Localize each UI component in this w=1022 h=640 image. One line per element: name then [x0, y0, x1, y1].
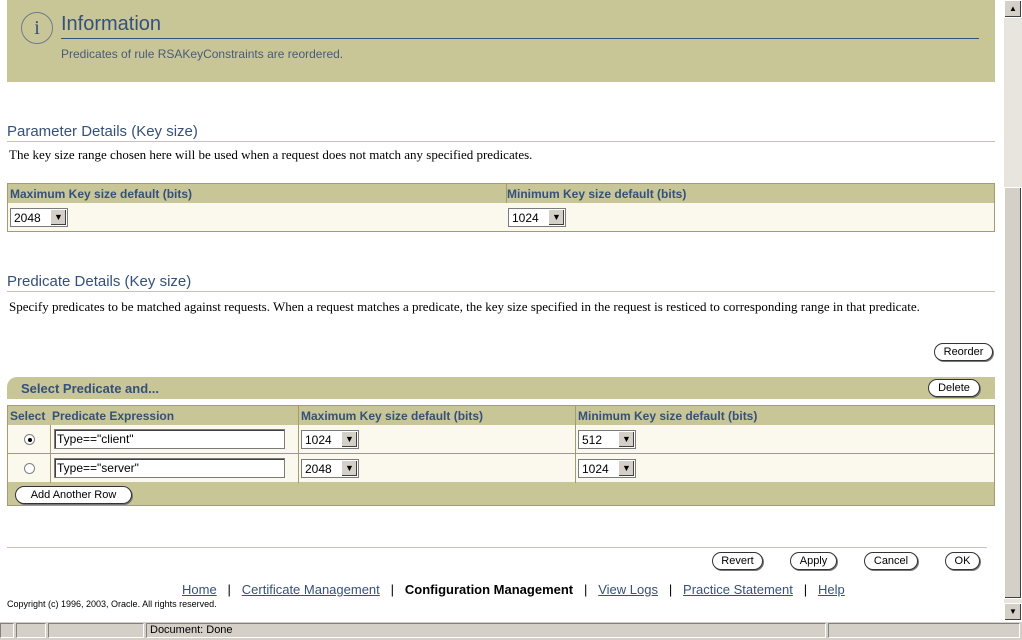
footer-separator: | [383, 582, 402, 597]
footer-link-practice-statement[interactable]: Practice Statement [683, 582, 793, 597]
predicate-details-description: Specify predicates to be matched against… [9, 299, 920, 314]
chevron-down-icon[interactable]: ▼ [618, 461, 634, 476]
row-max-key-size-select[interactable]: 2048 ▼ [301, 459, 359, 478]
progress-cell [48, 623, 144, 638]
apply-button[interactable]: Apply [790, 552, 837, 570]
copyright: Copyright (c) 1996, 2003, Oracle. All ri… [7, 599, 217, 609]
column-header-max: Maximum Key size default (bits) [301, 409, 484, 423]
chevron-down-icon[interactable]: ▼ [50, 210, 66, 225]
chevron-down-icon[interactable]: ▼ [548, 210, 564, 225]
row-select-radio[interactable] [24, 463, 35, 474]
parameter-table: Maximum Key size default (bits) Minimum … [7, 183, 995, 232]
scroll-down-arrow-icon[interactable]: ▼ [1004, 603, 1022, 621]
footer-nav: Home | Certificate Management | Configur… [182, 582, 845, 597]
min-key-size-header: Minimum Key size default (bits) [507, 187, 687, 201]
scrollbar-thumb[interactable] [1004, 187, 1022, 599]
select-predicate-bar: Select Predicate and... Delete [7, 377, 995, 399]
column-header-min: Minimum Key size default (bits) [578, 409, 758, 423]
info-title: Information [61, 13, 162, 35]
footer-link-certificate-management[interactable]: Certificate Management [242, 582, 380, 597]
predicate-details-divider [7, 291, 995, 292]
row-max-key-size-select[interactable]: 1024 ▼ [301, 430, 359, 449]
reorder-button[interactable]: Reorder [934, 343, 993, 361]
parameter-details-description: The key size range chosen here will be u… [9, 147, 533, 162]
footer-separator: | [661, 582, 680, 597]
parameter-details-divider [7, 141, 995, 142]
min-key-size-select[interactable]: 1024 ▼ [508, 208, 566, 227]
chevron-down-icon[interactable]: ▼ [341, 432, 357, 447]
info-message: Predicates of rule RSAKeyConstraints are… [61, 47, 344, 61]
info-divider [61, 38, 979, 39]
footer-link-view-logs[interactable]: View Logs [598, 582, 658, 597]
row-min-key-size-select[interactable]: 512 ▼ [578, 430, 636, 449]
max-key-size-value: 2048 [14, 211, 41, 225]
select-predicate-label: Select Predicate and... [21, 381, 160, 396]
revert-button[interactable]: Revert [712, 552, 763, 570]
scroll-up-arrow-icon[interactable]: ▲ [1004, 0, 1022, 18]
column-header-select: Select [10, 409, 46, 423]
radio-selected-dot [28, 438, 32, 442]
add-another-row-button[interactable]: Add Another Row [15, 486, 132, 504]
predicate-details-heading: Predicate Details (Key size) [7, 273, 192, 290]
footer-link-help[interactable]: Help [818, 582, 845, 597]
status-text: Document: Done [146, 623, 826, 638]
chevron-down-icon[interactable]: ▼ [341, 461, 357, 476]
chevron-down-icon[interactable]: ▼ [618, 432, 634, 447]
row-min-key-size-select[interactable]: 1024 ▼ [578, 459, 636, 478]
row-max-value: 1024 [305, 433, 332, 447]
column-divider [575, 406, 576, 483]
footer-link-home[interactable]: Home [182, 582, 217, 597]
vertical-scrollbar[interactable]: ▲ ▼ [1004, 0, 1022, 621]
cancel-button[interactable]: Cancel [864, 552, 918, 570]
footer-link-configuration-management: Configuration Management [404, 582, 574, 597]
column-divider [298, 406, 299, 483]
row-select-radio[interactable] [24, 434, 35, 445]
column-divider [50, 425, 51, 483]
delete-button[interactable]: Delete [928, 379, 980, 397]
parameter-details-heading: Parameter Details (Key size) [7, 123, 198, 140]
parameter-table-row [8, 203, 994, 231]
column-header-expression: Predicate Expression [52, 409, 175, 423]
lock-icon [0, 623, 14, 638]
browser-status-bar: Document: Done [0, 621, 1022, 640]
min-key-size-value: 1024 [512, 211, 539, 225]
row-divider [8, 453, 994, 454]
actions-divider [7, 547, 987, 548]
connection-icon [16, 623, 46, 638]
predicate-expression-input[interactable]: Type=="client" [54, 429, 285, 449]
row-max-value: 2048 [305, 462, 332, 476]
row-min-value: 1024 [582, 462, 609, 476]
max-key-size-header: Maximum Key size default (bits) [10, 187, 193, 201]
footer-separator: | [220, 582, 239, 597]
footer-separator: | [796, 582, 815, 597]
row-min-value: 512 [582, 433, 603, 447]
information-banner: i Information Predicates of rule RSAKeyC… [7, 0, 995, 82]
ok-button[interactable]: OK [945, 552, 980, 570]
predicate-expression-input[interactable]: Type=="server" [54, 458, 285, 478]
max-key-size-select[interactable]: 2048 ▼ [10, 208, 68, 227]
predicate-table: Select Predicate Expression Maximum Key … [7, 405, 995, 506]
component-icons [828, 623, 1020, 638]
footer-separator: | [576, 582, 595, 597]
info-icon: i [21, 12, 53, 44]
